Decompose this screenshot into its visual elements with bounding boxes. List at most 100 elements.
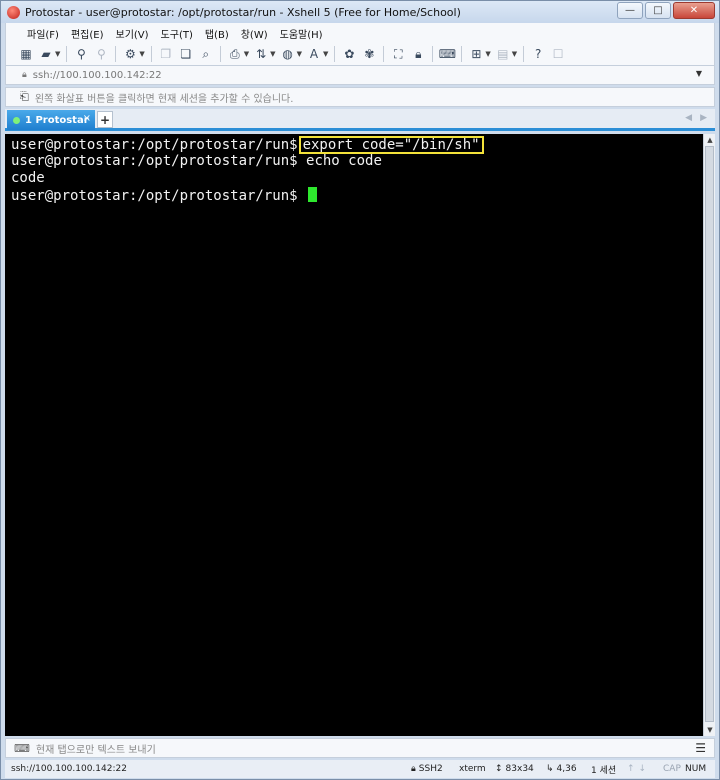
properties-dropdown-icon[interactable]: ▼ [139, 50, 144, 58]
shell-prompt: user@protostar:/opt/protostar/run$ [11, 188, 298, 204]
terminal-line: user@protostar:/opt/protostar/run$ echo … [11, 153, 703, 170]
status-caps: CAP [663, 764, 681, 774]
terminal-line: user@protostar:/opt/protostar/run$ [11, 187, 703, 204]
properties-icon[interactable]: ⚙ [122, 46, 138, 62]
maximize-button[interactable]: □ [645, 2, 671, 19]
toolbar-separator [219, 46, 221, 62]
new-tab-dropdown-icon[interactable]: ▼ [485, 50, 490, 58]
menu-edit[interactable]: 편집(E) [66, 24, 109, 43]
session-hint-text: 왼쪽 화살표 버튼을 클릭하면 현재 세션을 추가할 수 있습니다. [34, 93, 294, 105]
xmanager-icon[interactable]: ✾ [361, 46, 377, 62]
command-output: code [11, 170, 45, 186]
window-title: Protostar - user@protostar: /opt/protost… [25, 5, 461, 19]
tab-protostar[interactable]: 1 Protostar × [7, 110, 95, 130]
toolbar: ▦ ▰ ▼ ⚲ ⚲ ⚙ ▼ ❐ ❏ ⌕ ⎙ ▼ ⇅ ▼ ◍ ▼ A ▼ ✿ ✾ ⛶ 🔒︎ ⌨… [5, 43, 715, 65]
open-folder-icon[interactable]: ▰ [38, 46, 54, 62]
protocol-text: SSH2 [418, 764, 443, 774]
status-size: ↕ 83x34 [495, 764, 534, 774]
menu-window[interactable]: 창(W) [236, 24, 273, 43]
fullscreen-icon[interactable]: ⛶ [390, 46, 406, 62]
lock-icon[interactable]: 🔒︎ [410, 46, 426, 62]
window-controls: — □ ✕ [617, 2, 715, 19]
new-tab-icon[interactable]: ⊞ [468, 46, 484, 62]
copy-icon[interactable]: ❐ [158, 46, 174, 62]
session-hint-bar: ⎗ 왼쪽 화살표 버튼을 클릭하면 현재 세션을 추가할 수 있습니다. [5, 87, 715, 107]
tab-scroll-right-icon[interactable]: ▶ [700, 113, 707, 123]
title-bar[interactable]: Protostar - user@protostar: /opt/protost… [1, 1, 719, 23]
help-icon[interactable]: ? [530, 46, 546, 62]
open-dropdown-icon[interactable]: ▼ [55, 50, 60, 58]
find-icon[interactable]: ⌕ [198, 46, 214, 62]
add-tab-button[interactable]: + [97, 111, 113, 128]
highlighted-command: export code="/bin/sh" [298, 136, 484, 154]
transfer-icon[interactable]: ⇅ [253, 46, 269, 62]
xshell-app-icon[interactable] [7, 5, 20, 19]
menu-help[interactable]: 도움말(H) [275, 24, 328, 43]
status-protocol: 🔒︎ SSH2 [411, 764, 443, 774]
add-session-icon[interactable]: ⎗ [20, 90, 29, 104]
command-text: echo code [306, 153, 382, 169]
terminal-line: user@protostar:/opt/protostar/run$ export… [11, 136, 703, 154]
toolbar-separator [150, 46, 152, 62]
globe-dropdown-icon[interactable]: ▼ [297, 50, 302, 58]
xftp-icon[interactable]: ✿ [341, 46, 357, 62]
paste-icon[interactable]: ❏ [178, 46, 194, 62]
print-dropdown-icon[interactable]: ▼ [244, 50, 249, 58]
compose-input[interactable]: 현재 탭으로만 텍스트 보내기 [36, 741, 156, 756]
shell-prompt: user@protostar:/opt/protostar/run$ [11, 153, 298, 169]
menu-file[interactable]: 파일(F) [22, 24, 64, 43]
scroll-up-icon[interactable]: ▲ [704, 134, 716, 146]
layout-dropdown-icon[interactable]: ▼ [512, 50, 517, 58]
transfer-dropdown-icon[interactable]: ▼ [270, 50, 275, 58]
minimize-button[interactable]: — [617, 2, 643, 19]
tab-label: 1 Protostar [25, 114, 89, 126]
terminal-scrollbar[interactable]: ▲ ▼ [703, 134, 715, 736]
terminal-screen[interactable]: user@protostar:/opt/protostar/run$ export… [5, 134, 703, 736]
tab-scroll-left-icon[interactable]: ◀ [685, 113, 692, 123]
status-connection: ssh://100.100.100.142:22 [11, 764, 127, 774]
toolbar-separator [432, 46, 434, 62]
toolbar-separator [523, 46, 525, 62]
tab-bar: 1 Protostar × + ◀ ▶ [5, 109, 715, 131]
position-text: 4,36 [556, 764, 577, 774]
lock-icon: 🔒︎ [22, 70, 27, 80]
tab-close-icon[interactable]: × [83, 113, 91, 124]
tab-scroll: ◀ ▶ [685, 113, 707, 123]
layout-icon[interactable]: ▤ [495, 46, 511, 62]
globe-icon[interactable]: ◍ [280, 46, 296, 62]
toolbar-separator [66, 46, 68, 62]
terminal-line: code [11, 170, 703, 187]
font-dropdown-icon[interactable]: ▼ [323, 50, 328, 58]
position-icon: ↳ [546, 764, 554, 774]
keyboard-icon[interactable]: ⌨ [439, 46, 456, 62]
address-input[interactable]: ssh://100.100.100.142:22 [33, 70, 162, 81]
compose-bar[interactable]: ⌨ 현재 탭으로만 텍스트 보내기 ☰ [5, 738, 715, 758]
disconnect-icon[interactable]: ⚲ [93, 46, 109, 62]
address-bar[interactable]: 🔒︎ ssh://100.100.100.142:22 ▼ [5, 65, 715, 85]
status-terminal-type: xterm [459, 764, 486, 774]
menu-tools[interactable]: 도구(T) [156, 24, 198, 43]
toolbar-separator [461, 46, 463, 62]
new-session-icon[interactable]: ▦ [18, 46, 34, 62]
address-dropdown-icon[interactable]: ▼ [696, 69, 702, 78]
scroll-thumb[interactable] [705, 146, 714, 722]
status-transfer-icon: ↑↓ [627, 764, 651, 774]
status-position: ↳ 4,36 [546, 764, 577, 774]
close-button[interactable]: ✕ [673, 2, 715, 19]
print-icon[interactable]: ⎙ [227, 46, 243, 62]
connected-status-icon [13, 116, 20, 124]
menu-view[interactable]: 보기(V) [111, 24, 154, 43]
chat-icon[interactable]: ☐ [550, 46, 566, 62]
compose-icon: ⌨ [14, 741, 30, 755]
size-text: 83x34 [505, 764, 534, 774]
toolbar-separator [115, 46, 117, 62]
size-icon: ↕ [495, 764, 503, 774]
connect-icon[interactable]: ⚲ [73, 46, 89, 62]
terminal-cursor [308, 187, 318, 202]
compose-menu-icon[interactable]: ☰ [695, 741, 706, 755]
xshell-window: Protostar - user@protostar: /opt/protost… [0, 0, 720, 780]
scroll-down-icon[interactable]: ▼ [704, 724, 716, 736]
menu-tab[interactable]: 탭(B) [200, 24, 234, 43]
menu-bar: 파일(F) 편집(E) 보기(V) 도구(T) 탭(B) 창(W) 도움말(H) [5, 23, 715, 43]
font-icon[interactable]: A [306, 46, 322, 62]
